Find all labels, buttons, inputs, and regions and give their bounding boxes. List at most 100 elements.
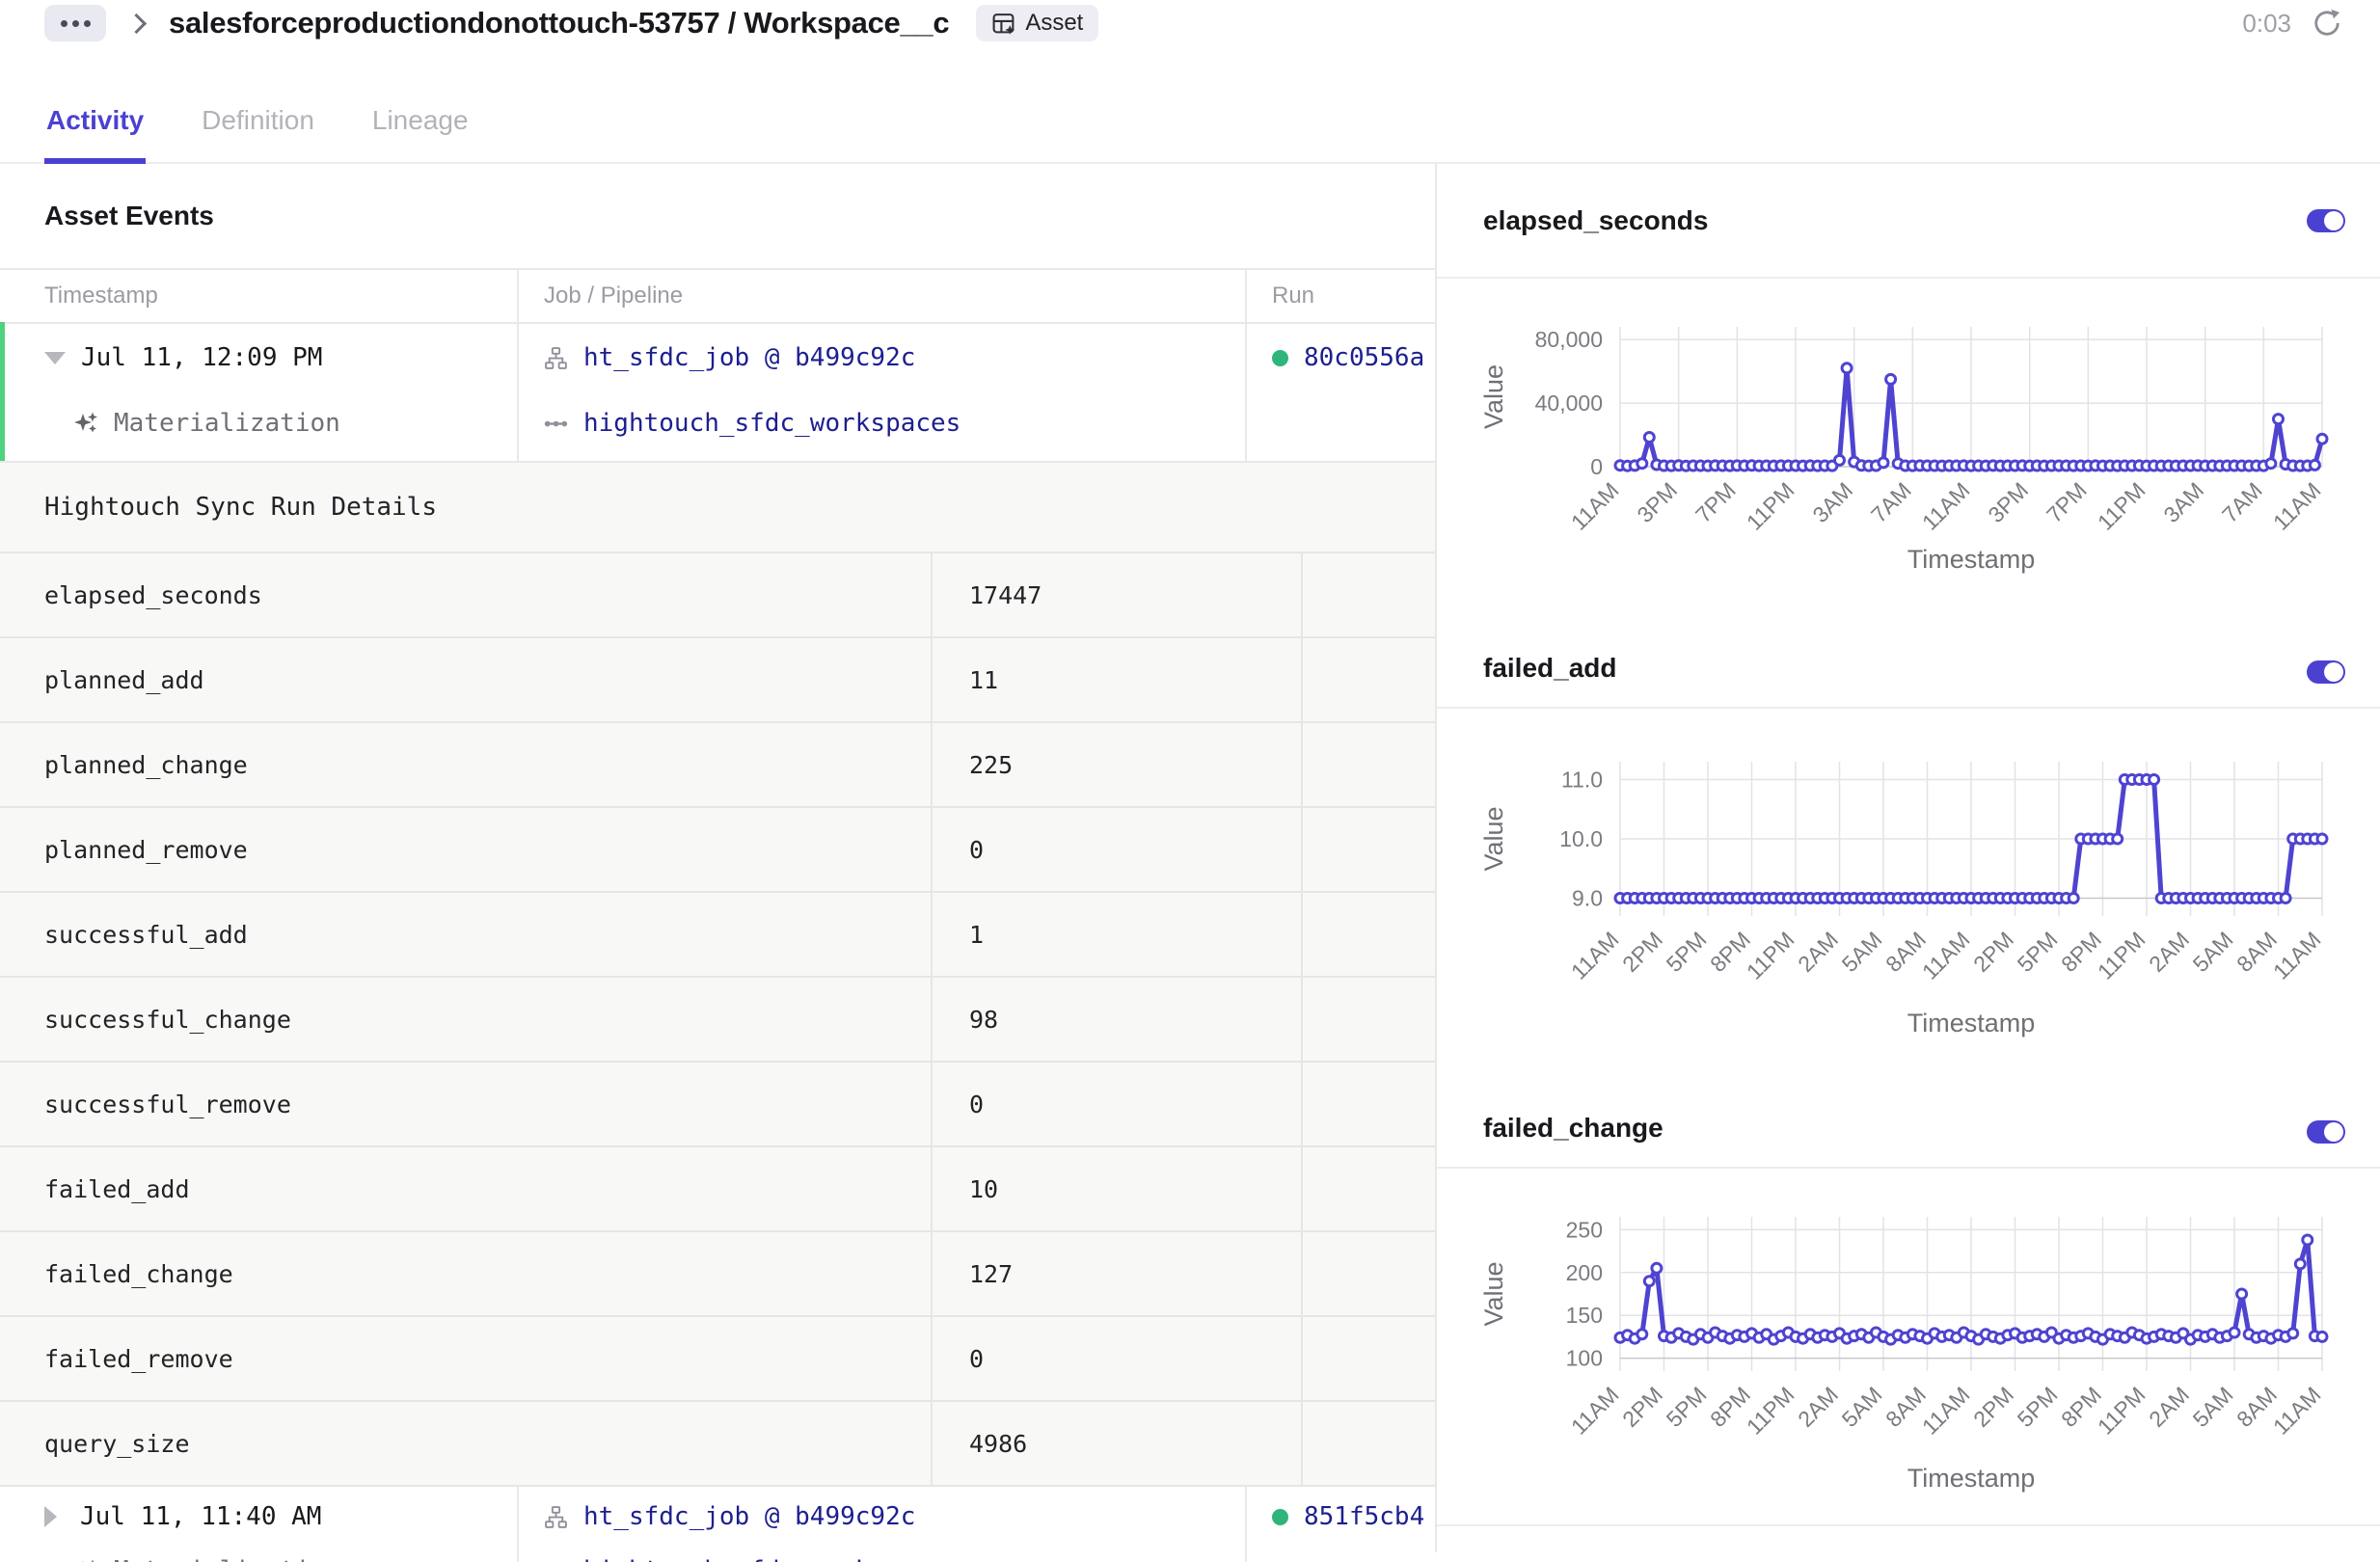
tab-lineage[interactable]: Lineage (370, 93, 471, 162)
svg-text:2PM: 2PM (1617, 927, 1667, 977)
detail-value: 0 (931, 808, 1301, 891)
svg-text:11AM: 11AM (2268, 927, 2326, 984)
page-title: salesforceproductiondonottouch-53757 / W… (169, 6, 949, 40)
expand-caret-icon[interactable] (44, 1506, 57, 1527)
detail-empty-cell (1301, 978, 1435, 1061)
svg-text:11PM: 11PM (2093, 477, 2150, 535)
detail-key: successful_change (0, 978, 931, 1061)
svg-text:11AM: 11AM (2268, 477, 2326, 535)
chart-title: failed_add (1483, 653, 1616, 684)
job-link[interactable]: ht_sfdc_job @ b499c92c (583, 1502, 915, 1531)
svg-text:2AM: 2AM (1793, 1382, 1843, 1432)
svg-text:11PM: 11PM (2093, 927, 2150, 984)
svg-text:2AM: 2AM (2144, 1382, 2194, 1432)
detail-value: 1 (931, 893, 1301, 976)
metric-charts-pane: elapsed_seconds 11AM3PM7PM11PM3AM7AM11AM… (1437, 164, 2380, 1552)
chart-toggle[interactable] (2307, 1120, 2345, 1144)
table-header: Timestamp Job / Pipeline Run (0, 270, 1435, 324)
column-header-job-pipeline: Job / Pipeline (517, 270, 1245, 322)
chart-toggle[interactable] (2307, 209, 2345, 232)
svg-text:3PM: 3PM (1983, 477, 2033, 527)
job-icon (544, 1505, 568, 1529)
run-link[interactable]: 80c0556a (1304, 343, 1424, 372)
collapse-caret-icon[interactable] (44, 352, 66, 364)
detail-row: planned_remove 0 (0, 808, 1435, 893)
chart-section-header: failed_add (1437, 582, 2380, 709)
svg-text:250: 250 (1566, 1217, 1603, 1242)
pipeline-link-icon (544, 1559, 568, 1562)
detail-value: 127 (931, 1232, 1301, 1315)
pipeline-link-icon (544, 412, 568, 436)
asset-badge: Asset (976, 5, 1098, 41)
run-link[interactable]: 851f5cb4 (1304, 1502, 1424, 1531)
svg-text:40,000: 40,000 (1535, 390, 1603, 416)
toggle-knob (2324, 1122, 2343, 1142)
dot-icon (84, 20, 91, 27)
svg-text:3AM: 3AM (1807, 477, 1857, 527)
svg-text:11AM: 11AM (1566, 927, 1624, 984)
svg-text:2AM: 2AM (1793, 927, 1843, 977)
breadcrumb: salesforceproductiondonottouch-53757 / W… (0, 0, 2380, 46)
overflow-menu-button[interactable] (44, 5, 106, 41)
pipeline-link[interactable]: hightouch_sfdc_workspaces (583, 1556, 960, 1562)
detail-row: planned_change 225 (0, 723, 1435, 808)
table-row: Jul 11, 11:40 AM Materialization (0, 1487, 1435, 1562)
svg-text:Timestamp: Timestamp (1907, 1009, 2036, 1037)
materialization-sparkle-icon (73, 1558, 98, 1562)
svg-text:3AM: 3AM (2158, 477, 2208, 527)
job-icon (544, 346, 568, 370)
line-chart-elapsed-seconds: 11AM3PM7PM11PM3AM7AM11AM3PM7PM11PM3AM7AM… (1437, 279, 2380, 582)
svg-text:7PM: 7PM (1690, 477, 1741, 527)
detail-row: planned_add 11 (0, 638, 1435, 723)
svg-text:11.0: 11.0 (1561, 767, 1603, 792)
section-divider (1437, 1524, 2380, 1526)
detail-value: 4986 (931, 1402, 1301, 1485)
svg-text:5AM: 5AM (2188, 1382, 2238, 1432)
detail-row: successful_add 1 (0, 893, 1435, 978)
run-status-dot (1272, 350, 1288, 366)
pipeline-link[interactable]: hightouch_sfdc_workspaces (583, 409, 960, 438)
svg-text:5PM: 5PM (1662, 927, 1712, 977)
svg-text:3PM: 3PM (1632, 477, 1682, 527)
svg-text:11AM: 11AM (2268, 1382, 2326, 1440)
detail-key: failed_remove (0, 1317, 931, 1400)
detail-key: successful_add (0, 893, 931, 976)
detail-row: elapsed_seconds 17447 (0, 553, 1435, 638)
svg-text:11PM: 11PM (1742, 927, 1799, 984)
svg-text:11PM: 11PM (1742, 1382, 1799, 1440)
column-header-run: Run (1245, 270, 1435, 322)
asset-events-pane: Asset Events Timestamp Job / Pipeline Ru… (0, 164, 1437, 1552)
table-row: Jul 11, 12:09 PM Materialization (0, 324, 1435, 463)
svg-text:5AM: 5AM (2188, 927, 2238, 977)
detail-value: 0 (931, 1317, 1301, 1400)
chart-title: elapsed_seconds (1483, 205, 1708, 236)
svg-text:10.0: 10.0 (1559, 826, 1603, 851)
svg-text:11PM: 11PM (2093, 1382, 2150, 1440)
detail-key: planned_remove (0, 808, 931, 891)
event-timestamp: Jul 11, 12:09 PM (81, 343, 322, 372)
detail-empty-cell (1301, 553, 1435, 636)
svg-text:2PM: 2PM (1617, 1382, 1667, 1432)
svg-text:80,000: 80,000 (1535, 327, 1603, 352)
toggle-knob (2324, 211, 2343, 230)
job-link[interactable]: ht_sfdc_job @ b499c92c (583, 343, 915, 372)
svg-text:2PM: 2PM (1968, 927, 2018, 977)
svg-text:200: 200 (1566, 1260, 1603, 1285)
refresh-icon[interactable] (2312, 9, 2341, 38)
run-status-dot (1272, 1509, 1288, 1525)
tab-activity[interactable]: Activity (44, 93, 146, 162)
tab-definition[interactable]: Definition (200, 93, 316, 162)
svg-text:0: 0 (1590, 454, 1603, 479)
line-chart-failed-change: 11AM2PM5PM8PM11PM2AM5AM8AM11AM2PM5PM8PM1… (1437, 1169, 2380, 1501)
section-title: Asset Events (0, 164, 1435, 270)
svg-text:11AM: 11AM (1917, 477, 1975, 535)
detail-empty-cell (1301, 1147, 1435, 1230)
svg-text:2PM: 2PM (1968, 1382, 2018, 1432)
svg-text:7AM: 7AM (1866, 477, 1916, 527)
detail-row: successful_remove 0 (0, 1063, 1435, 1147)
detail-value: 225 (931, 723, 1301, 806)
chart-toggle[interactable] (2307, 660, 2345, 684)
dot-icon (72, 20, 79, 27)
detail-empty-cell (1301, 1063, 1435, 1145)
detail-empty-cell (1301, 723, 1435, 806)
